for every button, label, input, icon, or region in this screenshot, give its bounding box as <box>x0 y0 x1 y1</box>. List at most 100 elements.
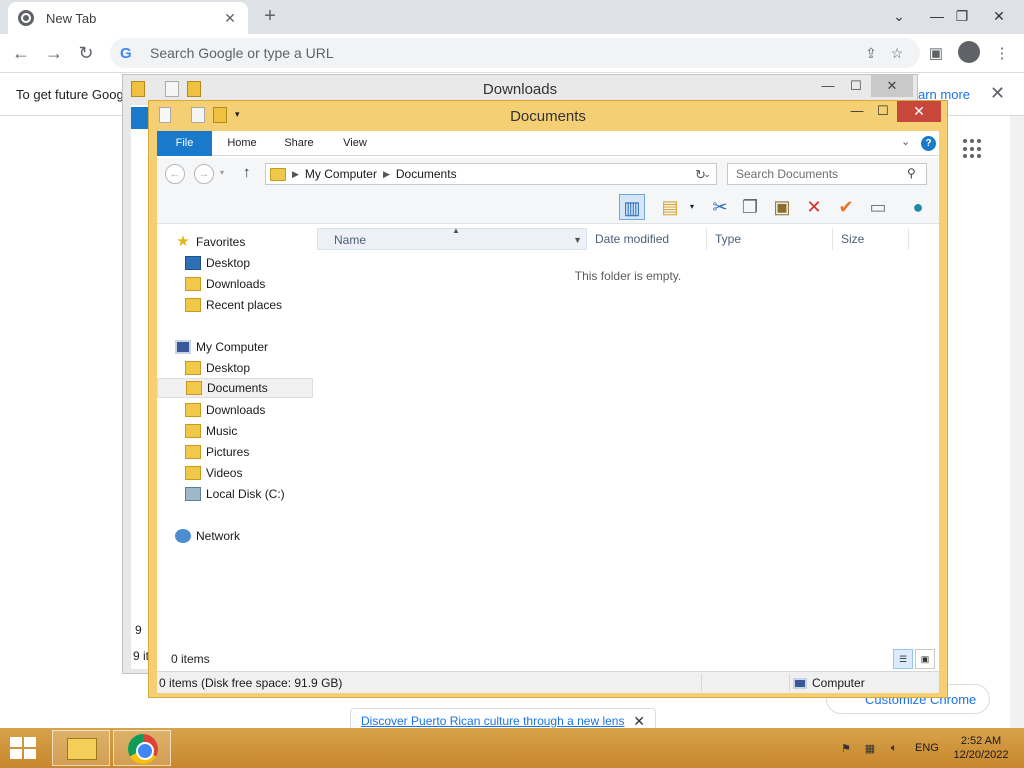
file-explorer-icon <box>67 738 97 760</box>
breadcrumb-separator-icon[interactable]: ▶ <box>292 169 299 180</box>
back-icon[interactable]: ← <box>8 40 34 66</box>
forward-icon[interactable]: → <box>41 40 67 66</box>
star-icon[interactable]: ☆ <box>884 45 910 62</box>
reload-icon[interactable]: ↻ <box>73 40 99 66</box>
up-icon[interactable]: ↑ <box>243 164 251 181</box>
tab-share[interactable]: Share <box>275 131 323 156</box>
downloads-close-button[interactable]: ✕ <box>871 75 913 97</box>
downloads-title: Downloads <box>482 81 558 98</box>
refresh-icon[interactable]: ↻ <box>695 167 706 183</box>
infobar-close-icon[interactable]: ✕ <box>990 83 1005 104</box>
tab-file[interactable]: File <box>157 131 212 156</box>
properties-icon[interactable]: ▭ <box>865 194 891 220</box>
desktop-icon <box>185 256 201 270</box>
address-bar[interactable]: ▶ My Computer ▶ Documents ⌄ <box>265 163 717 185</box>
forward-icon[interactable]: → <box>194 164 214 184</box>
search-input[interactable]: Search Documents <box>727 163 927 185</box>
status-bar: 0 items (Disk free space: 91.9 GB) Compu… <box>157 671 939 693</box>
omnibox-input[interactable]: Search Google or type a URL <box>150 45 858 61</box>
chrome-scrollbar[interactable] <box>1010 116 1024 728</box>
details-view-icon[interactable]: ☰ <box>893 649 913 669</box>
back-icon[interactable]: ← <box>165 164 185 184</box>
nav-pc-local-disk[interactable]: Local Disk (C:) <box>185 484 285 504</box>
discover-close-icon[interactable]: ✕ <box>633 713 645 730</box>
nav-pc-pictures[interactable]: Pictures <box>185 442 249 462</box>
nav-network[interactable]: Network <box>175 526 240 546</box>
google-icon: G <box>120 44 132 62</box>
folder-options-dropdown-icon[interactable]: ▾ <box>690 202 694 211</box>
action-center-icon[interactable]: ⚑ <box>838 742 854 756</box>
side-panel-icon[interactable]: ▣ <box>924 42 948 66</box>
nav-my-computer[interactable]: My Computer <box>175 337 268 357</box>
help-icon[interactable]: ? <box>921 136 936 151</box>
infobar-text: To get future Goog <box>16 87 124 102</box>
breadcrumb-separator-icon[interactable]: ▶ <box>383 169 390 180</box>
language-indicator[interactable]: ENG <box>915 742 939 754</box>
videos-folder-icon <box>185 466 201 480</box>
nav-pc-desktop[interactable]: Desktop <box>185 358 250 378</box>
expand-ribbon-icon[interactable]: ⌄ <box>901 135 910 148</box>
share-icon[interactable]: ⇪ <box>858 45 884 62</box>
omnibox[interactable]: G Search Google or type a URL ⇪ ☆ <box>110 38 920 68</box>
nav-favorites[interactable]: ★ Favorites <box>175 232 245 252</box>
layout-pane-icon[interactable]: ▥ <box>619 194 645 220</box>
breadcrumb-my-computer[interactable]: My Computer <box>305 167 377 181</box>
large-icons-view-icon[interactable]: ▣ <box>915 649 935 669</box>
tab-home[interactable]: Home <box>219 131 265 156</box>
windows-start-icon[interactable] <box>10 737 38 759</box>
status-location-label: Computer <box>812 676 865 690</box>
sort-ascending-icon: ▲ <box>452 226 460 235</box>
menu-icon[interactable]: ⋮ <box>990 42 1014 66</box>
nav-pc-videos[interactable]: Videos <box>185 463 242 483</box>
tab-new-tab[interactable]: New Tab ✕ <box>8 2 248 34</box>
documents-titlebar[interactable]: ▾ Documents — ☐ ✕ <box>149 101 947 131</box>
column-filter-icon[interactable]: ▼ <box>573 229 582 251</box>
close-button[interactable]: ✕ <box>897 101 941 122</box>
clock[interactable]: 2:52 AM 12/20/2022 <box>940 734 1022 762</box>
profile-icon[interactable] <box>958 41 980 63</box>
recent-locations-icon[interactable]: ▾ <box>220 168 224 177</box>
taskbar-file-explorer[interactable] <box>52 730 110 766</box>
breadcrumb-documents[interactable]: Documents <box>396 167 457 181</box>
tab-close-icon[interactable]: ✕ <box>222 10 238 27</box>
volume-icon[interactable]: 🔈︎ <box>886 742 902 756</box>
maximize-button[interactable]: ☐ <box>869 101 897 123</box>
downloads-titlebar[interactable]: Downloads — ☐ ✕ <box>123 75 917 103</box>
nav-item-label: Videos <box>206 466 243 480</box>
nav-fav-downloads[interactable]: Downloads <box>185 274 265 294</box>
delete-icon[interactable]: ✕ <box>801 194 827 220</box>
close-window-button[interactable]: ✕ <box>982 2 1016 30</box>
discover-link[interactable]: Discover Puerto Rican culture through a … <box>361 714 633 728</box>
column-date-modified[interactable]: Date modified <box>587 228 707 250</box>
nav-fav-desktop[interactable]: Desktop <box>185 253 250 273</box>
column-type[interactable]: Type <box>707 228 833 250</box>
explorer-body: File Home Share View ⌄ ? ← → ▾ ↑ ▶ My Co… <box>157 131 939 693</box>
status-divider <box>701 674 702 692</box>
column-name[interactable]: ▲ Name ▼ <box>317 226 587 251</box>
minimize-button[interactable]: — <box>843 101 871 123</box>
network-globe-icon[interactable]: ● <box>905 194 931 220</box>
cut-icon[interactable]: ✂ <box>707 194 733 220</box>
tab-search-icon[interactable]: ⌄ <box>882 2 916 30</box>
rename-icon[interactable]: ✔ <box>833 194 859 220</box>
nav-pc-music[interactable]: Music <box>185 421 237 441</box>
new-tab-button[interactable]: + <box>258 4 282 28</box>
nav-pc-downloads[interactable]: Downloads <box>185 400 265 420</box>
restore-button[interactable]: ❐ <box>945 2 979 30</box>
nav-item-label: Music <box>206 424 238 438</box>
downloads-folder-icon <box>185 277 201 291</box>
status-disk-space: 0 items (Disk free space: 91.9 GB) <box>159 676 343 690</box>
column-size[interactable]: Size <box>833 228 909 250</box>
copy-icon[interactable]: ❐ <box>737 194 763 220</box>
folder-options-icon[interactable]: ▤ <box>657 194 683 220</box>
nav-pc-documents[interactable]: Documents <box>157 378 313 398</box>
nav-item-label: Pictures <box>206 445 250 459</box>
tab-view[interactable]: View <box>333 131 377 156</box>
apps-icon[interactable] <box>963 139 983 159</box>
nav-item-label: Local Disk (C:) <box>206 487 285 501</box>
nav-fav-recent[interactable]: Recent places <box>185 295 282 315</box>
taskbar-chrome[interactable] <box>113 730 171 766</box>
search-icon[interactable]: ⚲ <box>907 166 916 180</box>
paste-icon[interactable]: ▣ <box>769 194 795 220</box>
network-status-icon[interactable]: ▦ <box>862 742 878 756</box>
